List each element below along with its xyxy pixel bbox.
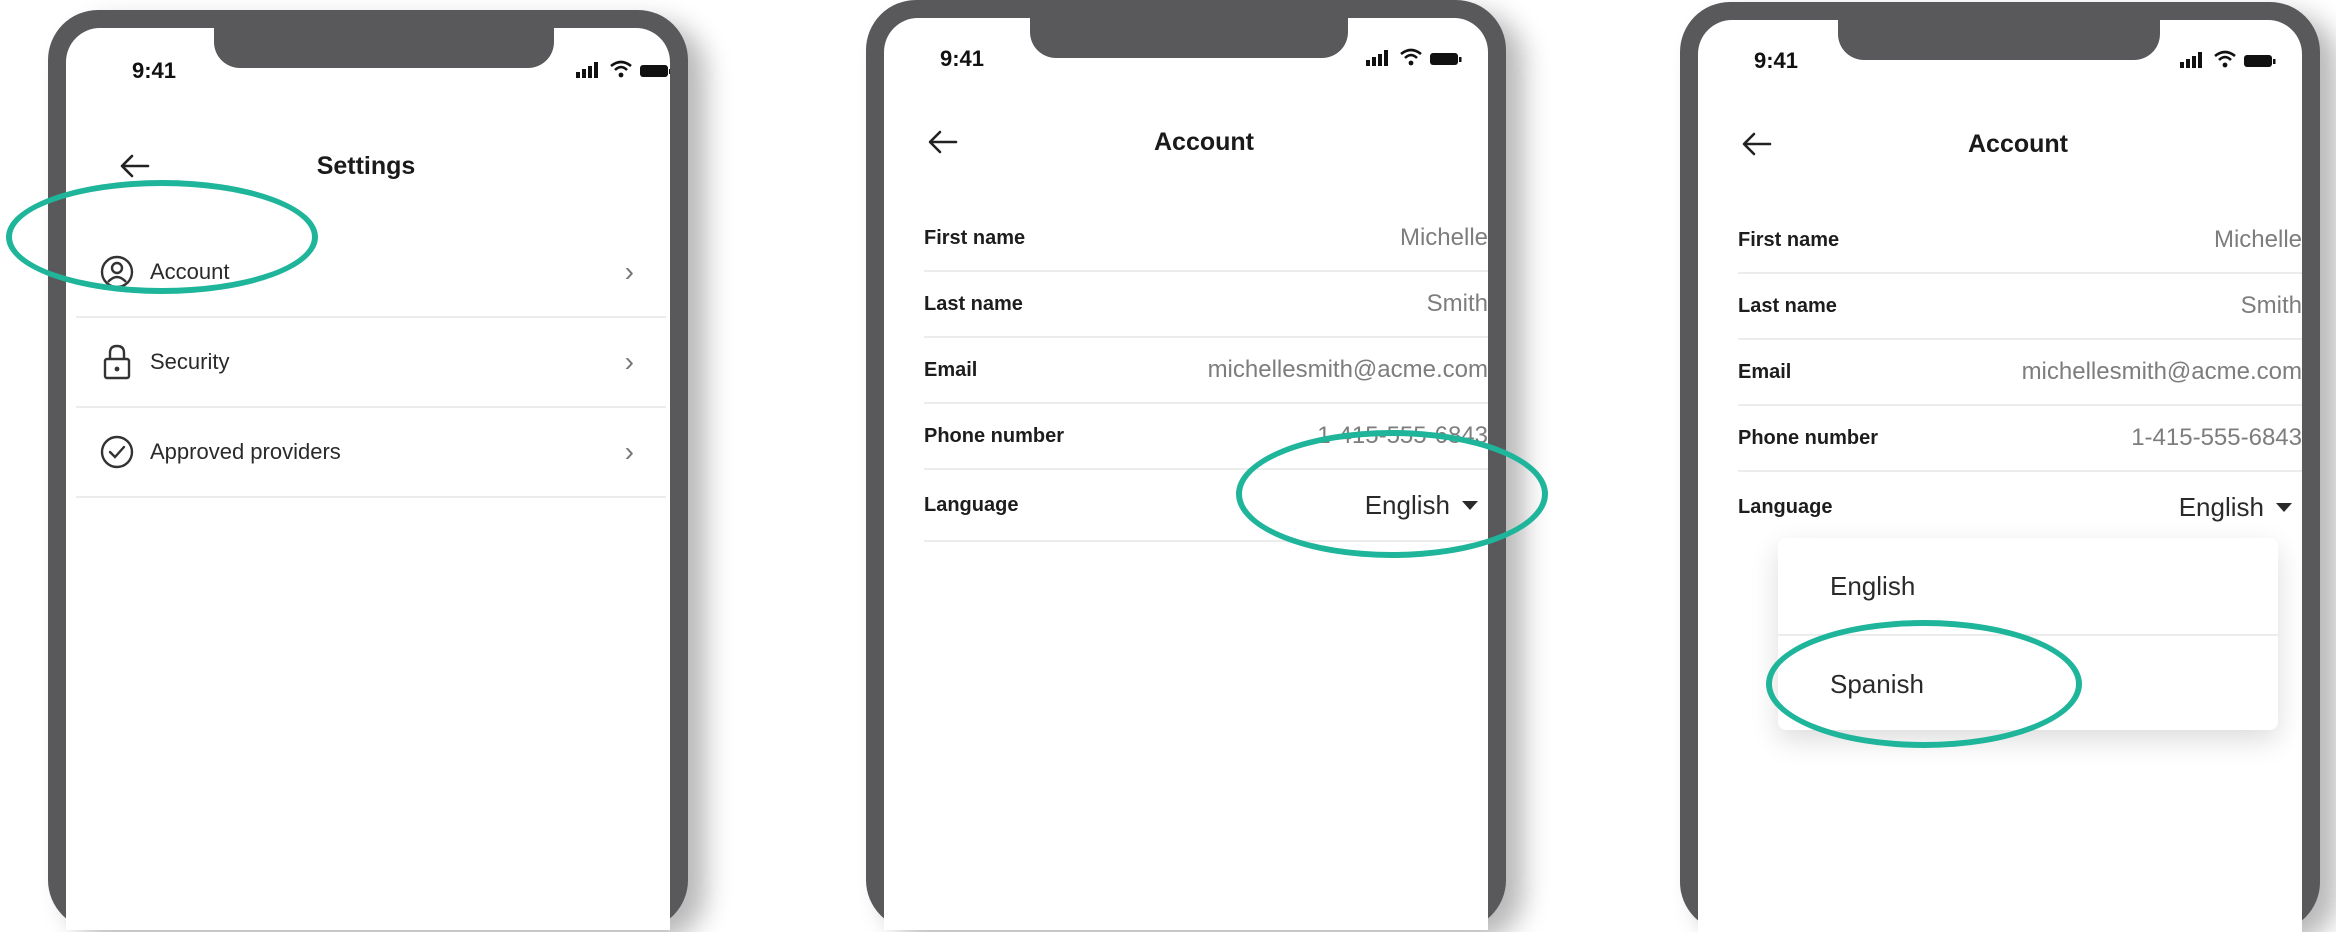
language-select[interactable]: English [2179,492,2292,523]
settings-item-security[interactable]: Security › [76,318,666,408]
back-arrow-icon[interactable] [1742,132,1772,156]
lock-icon [103,344,131,380]
field-label: Phone number [1738,426,1879,449]
wifi-icon [1400,48,1422,66]
field-label: Language [924,493,1019,516]
chevron-right-icon: › [624,346,634,377]
field-email[interactable]: Email michellesmith@acme.com [924,338,1488,404]
settings-item-label: Approved providers [150,439,341,464]
page-title: Account [1968,130,2068,158]
battery-icon [640,65,670,77]
language-select-value: English [1364,489,1450,520]
screen-account-dropdown: 9:41 Account First name Michelle Last na… [1698,20,2302,932]
language-select[interactable]: English [1365,490,1478,521]
status-icons [2180,50,2276,68]
caret-down-icon [2276,502,2292,512]
field-first-name[interactable]: First name Michelle [1738,208,2302,274]
field-value: michellesmith@acme.com [1207,356,1488,383]
phone-account: 9:41 Account First name Michelle Last na… [866,0,1506,930]
field-label: Language [1738,495,1833,518]
settings-item-approved-providers[interactable]: Approved providers › [76,408,666,498]
page-title: Account [1154,128,1254,156]
language-dropdown-menu: English Spanish [1778,538,2278,730]
phone-account-dropdown: 9:41 Account First name Michelle Last na… [1680,2,2320,932]
status-icons [576,60,670,78]
battery-icon [2244,55,2276,67]
status-time: 9:41 [940,46,985,71]
back-arrow-icon[interactable] [120,154,150,178]
field-label: Last name [1738,294,1837,317]
field-email[interactable]: Email michellesmith@acme.com [1738,340,2302,406]
field-label: Email [1738,360,1792,383]
status-icons [1366,48,1462,66]
signal-icon [2180,52,2202,68]
settings-item-label: Security [150,349,230,374]
notch [1030,18,1348,58]
language-select-value: English [2178,491,2264,522]
field-label: Email [924,358,978,381]
field-value: 1-415-555-6843 [1317,422,1488,449]
user-circle-icon [100,255,134,289]
page-title: Settings [316,152,416,180]
wifi-icon [2214,50,2236,68]
settings-item-account[interactable]: Account › [76,228,666,318]
field-value: Smith [1426,290,1488,317]
field-label: Phone number [924,424,1065,447]
field-phone-number[interactable]: Phone number 1-415-555-6843 [1738,406,2302,472]
field-language: Language English [1738,472,2302,542]
chevron-right-icon: › [624,256,634,287]
wifi-icon [610,60,632,78]
field-label: Last name [924,292,1023,315]
field-language: Language English [924,470,1488,542]
field-phone-number[interactable]: Phone number 1-415-555-6843 [924,404,1488,470]
battery-icon [1430,53,1462,65]
back-arrow-icon[interactable] [928,130,958,154]
field-label: First name [1738,228,1840,251]
field-value: Michelle [1399,224,1488,251]
notch [1838,20,2160,60]
field-value: Michelle [2213,226,2302,253]
chevron-right-icon: › [624,436,634,467]
notch [214,28,554,68]
screen-account: 9:41 Account First name Michelle Last na… [884,18,1488,930]
field-last-name[interactable]: Last name Smith [1738,274,2302,340]
field-value: Smith [2240,292,2302,319]
signal-icon [1366,50,1388,66]
status-time: 9:41 [132,58,177,83]
field-value: michellesmith@acme.com [2021,358,2302,385]
language-option-english[interactable]: English [1778,538,2278,634]
field-label: First name [924,226,1026,249]
caret-down-icon [1462,500,1478,510]
field-value: 1-415-555-6843 [2131,424,2302,451]
screen-settings: 9:41 Settings Account › Security › Appro… [66,28,670,930]
language-option-spanish[interactable]: Spanish [1778,636,2278,732]
status-time: 9:41 [1754,48,1799,73]
phone-settings: 9:41 Settings Account › Security › Appro… [48,10,688,930]
field-last-name[interactable]: Last name Smith [924,272,1488,338]
signal-icon [576,62,598,78]
field-first-name[interactable]: First name Michelle [924,206,1488,272]
check-circle-icon [100,435,134,469]
settings-item-label: Account [150,259,230,284]
